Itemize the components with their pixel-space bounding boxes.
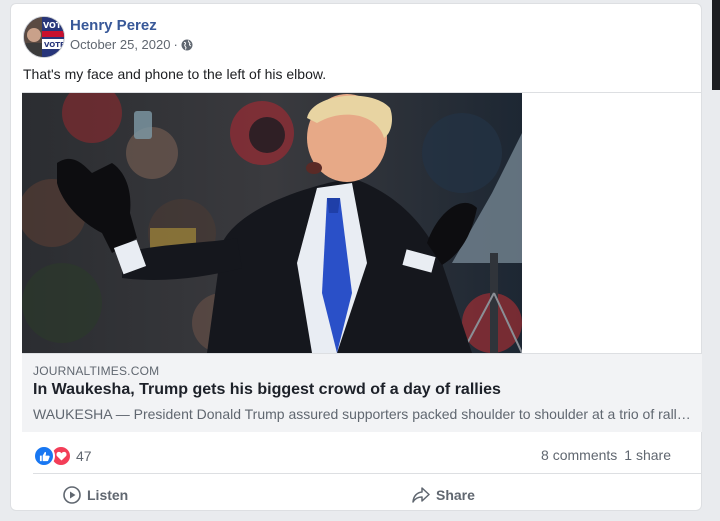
post-meta: October 25, 2020 ·	[70, 37, 193, 52]
meta-separator: ·	[173, 37, 178, 52]
link-photo[interactable]	[22, 93, 522, 353]
svg-text:VOTE: VOTE	[44, 41, 64, 49]
listen-button[interactable]: Listen	[63, 480, 128, 510]
post-card: VOTE VOTE Henry Perez October 25, 2020 ·…	[10, 3, 702, 511]
post-date[interactable]: October 25, 2020	[70, 37, 170, 52]
share-button[interactable]: Share	[412, 480, 475, 510]
play-icon	[63, 486, 81, 504]
link-description: WAUKESHA — President Donald Trump assure…	[33, 406, 693, 422]
like-icon	[33, 445, 55, 467]
share-label: Share	[436, 487, 475, 503]
post-text: That's my face and phone to the left of …	[23, 66, 327, 82]
comments-count[interactable]: 8 comments	[541, 447, 617, 463]
reaction-summary[interactable]: 47	[33, 445, 92, 467]
listen-label: Listen	[87, 487, 129, 503]
globe-icon[interactable]	[181, 39, 193, 51]
avatar[interactable]: VOTE VOTE	[23, 16, 65, 58]
link-info[interactable]: JOURNALTIMES.COM In Waukesha, Trump gets…	[22, 353, 702, 432]
link-preview[interactable]: JOURNALTIMES.COM In Waukesha, Trump gets…	[22, 92, 702, 433]
reaction-count[interactable]: 47	[76, 448, 92, 464]
divider	[33, 473, 701, 474]
svg-text:VOTE: VOTE	[43, 21, 64, 30]
link-domain: JOURNALTIMES.COM	[33, 364, 160, 378]
engagement-stats: 8 comments 1 share	[541, 447, 671, 463]
share-icon	[412, 487, 430, 503]
shares-count[interactable]: 1 share	[624, 447, 671, 463]
adjacent-panel-edge	[712, 0, 720, 90]
link-headline[interactable]: In Waukesha, Trump gets his biggest crow…	[33, 381, 501, 399]
author-name[interactable]: Henry Perez	[70, 17, 157, 34]
